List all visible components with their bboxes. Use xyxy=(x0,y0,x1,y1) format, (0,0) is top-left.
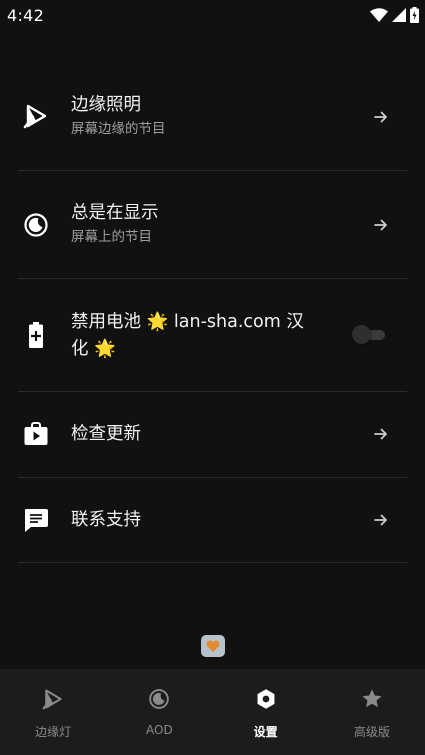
settings-screen: 4:42 边缘照明 屏幕边缘的节目 总是在显示 屏幕上的节目 禁用电池 🌟 la… xyxy=(0,0,425,755)
setting-row-contact-support[interactable]: 联系支持 xyxy=(0,478,425,563)
disable-battery-toggle[interactable] xyxy=(352,324,386,344)
setting-texts: 总是在显示 屏幕上的节目 xyxy=(71,201,159,247)
setting-subtitle: 屏幕边缘的节目 xyxy=(71,121,166,137)
setting-title-line-1: 禁用电池 🌟 lan-sha.com 汉 xyxy=(71,312,304,332)
setting-texts: 边缘照明 屏幕边缘的节目 xyxy=(71,93,166,139)
nav-item-settings[interactable]: 设置 xyxy=(213,669,319,755)
edge-lighting-icon xyxy=(40,686,66,712)
status-bar: 4:42 xyxy=(0,0,425,30)
nav-item-edge-lighting[interactable]: 边缘灯 xyxy=(0,669,106,755)
nav-label: 边缘灯 xyxy=(35,725,72,739)
status-icons xyxy=(370,7,419,23)
nav-label: AOD xyxy=(146,723,173,737)
battery-icon xyxy=(22,321,50,349)
setting-subtitle: 屏幕上的节目 xyxy=(71,229,152,245)
setting-title: 联系支持 xyxy=(71,510,141,530)
setting-row-edge-lighting[interactable]: 边缘照明 屏幕边缘的节目 xyxy=(0,62,425,170)
divider xyxy=(18,562,407,563)
wifi-icon xyxy=(370,8,388,22)
setting-row-always-on-display[interactable]: 总是在显示 屏幕上的节目 xyxy=(0,171,425,278)
setting-row-disable-battery[interactable]: 禁用电池 🌟 lan-sha.com 汉 化 🌟 xyxy=(0,279,425,391)
heart-icon xyxy=(206,637,220,656)
nav-label: 高级版 xyxy=(353,725,390,739)
update-bag-icon xyxy=(22,420,50,448)
arrow-right-icon xyxy=(371,107,391,127)
setting-title: 总是在显示 xyxy=(71,203,159,223)
heart-chip[interactable] xyxy=(201,635,225,657)
always-on-display-icon xyxy=(146,686,172,712)
setting-texts: 禁用电池 🌟 lan-sha.com 汉 化 🌟 xyxy=(71,310,311,361)
nav-item-aod[interactable]: AOD xyxy=(106,669,212,755)
chat-support-icon xyxy=(22,506,50,534)
setting-title-line-2: 化 🌟 xyxy=(71,339,116,359)
settings-icon xyxy=(253,686,279,712)
toggle-thumb xyxy=(352,325,371,344)
setting-title: 检查更新 xyxy=(71,424,141,444)
bottom-navigation: 边缘灯 AOD 设置 高级版 xyxy=(0,669,425,755)
arrow-right-icon xyxy=(371,510,391,530)
status-time: 4:42 xyxy=(7,5,45,25)
nav-item-premium[interactable]: 高级版 xyxy=(319,669,425,755)
star-icon xyxy=(359,686,385,712)
setting-row-check-update[interactable]: 检查更新 xyxy=(0,392,425,477)
setting-texts: 联系支持 xyxy=(71,508,141,532)
setting-title: 边缘照明 xyxy=(71,95,141,115)
arrow-right-icon xyxy=(371,215,391,235)
setting-texts: 检查更新 xyxy=(71,422,141,446)
signal-icon xyxy=(392,8,406,22)
always-on-display-icon xyxy=(22,211,50,239)
battery-charging-icon xyxy=(410,7,419,23)
edge-lighting-icon xyxy=(22,102,50,130)
nav-label: 设置 xyxy=(253,725,278,739)
arrow-right-icon xyxy=(371,424,391,444)
